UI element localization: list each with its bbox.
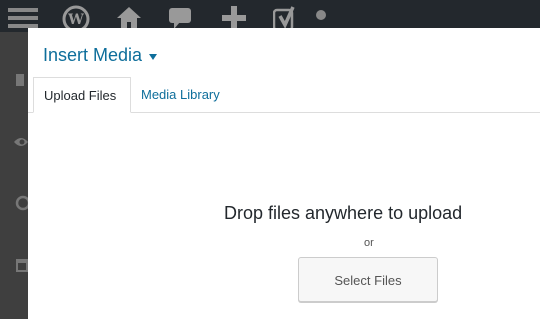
insert-media-modal: Insert Media Upload Files Media Library … — [28, 28, 540, 319]
plus-icon[interactable] — [221, 6, 247, 30]
tab-media-library[interactable]: Media Library — [131, 77, 230, 113]
home-icon[interactable] — [116, 6, 142, 30]
svg-text:W: W — [67, 12, 84, 28]
upload-instructions: Drop files anywhere to upload — [224, 203, 463, 223]
select-files-button[interactable]: Select Files — [298, 257, 438, 302]
insert-media-menu-toggle[interactable]: Insert Media — [43, 45, 158, 66]
caret-down-icon — [149, 53, 158, 60]
menu-icon[interactable] — [8, 7, 38, 29]
modal-title: Insert Media — [43, 45, 143, 65]
history-icon — [14, 195, 28, 211]
pin-icon — [14, 72, 28, 88]
tab-media-library-label: Media Library — [141, 87, 220, 102]
eye-icon — [14, 136, 28, 148]
calendar-icon — [14, 257, 28, 273]
tab-upload-files-label: Upload Files — [44, 88, 117, 103]
or-separator: or — [364, 237, 374, 249]
admin-sidebar-background — [0, 32, 28, 319]
notification-dot-icon — [315, 9, 327, 21]
tab-upload-files[interactable]: Upload Files — [33, 77, 131, 113]
